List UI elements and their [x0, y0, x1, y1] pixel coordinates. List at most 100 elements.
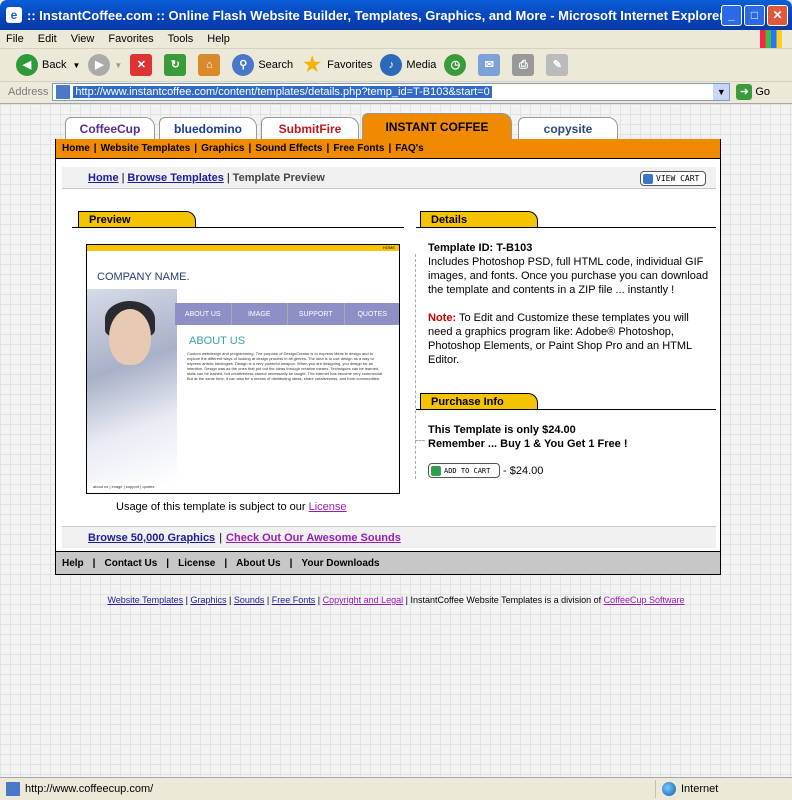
footer-license[interactable]: License — [178, 558, 215, 569]
nav-home[interactable]: Home — [62, 143, 90, 154]
purchase-divider — [416, 409, 716, 410]
footer-link-website-templates[interactable]: Website Templates — [107, 595, 183, 605]
status-page-icon — [6, 782, 20, 796]
stop-button[interactable]: ✕ — [130, 54, 156, 76]
purchase-heading: Purchase Info — [420, 393, 538, 409]
favorites-button[interactable]: ★ Favorites — [301, 54, 372, 76]
footer-your-downloads[interactable]: Your Downloads — [301, 558, 379, 569]
preview-woman-photo — [87, 289, 177, 483]
footer-link-sounds[interactable]: Sounds — [234, 595, 265, 605]
back-button[interactable]: ◀ Back ▼ — [16, 54, 80, 76]
note-label: Note: — [428, 312, 457, 324]
history-icon: ◷ — [444, 54, 467, 76]
sounds-link[interactable]: Check Out Our Awesome Sounds — [226, 532, 401, 544]
menu-file[interactable]: File — [6, 33, 24, 45]
view-cart-button[interactable]: VIEW CART — [640, 171, 706, 186]
address-url[interactable]: http://www.instantcoffee.com/content/tem… — [73, 86, 492, 98]
promo-line: Remember ... Buy 1 & You Get 1 Free ! — [428, 438, 628, 450]
footer-help[interactable]: Help — [62, 558, 84, 569]
globe-icon — [662, 782, 676, 796]
tab-submitfire[interactable]: SubmitFire — [261, 117, 359, 139]
add-to-cart-row: ADD TO CART - $24.00 — [428, 463, 543, 478]
footer-about-us[interactable]: About Us — [236, 558, 280, 569]
preview-heading: Preview — [78, 211, 196, 227]
favorites-label: Favorites — [327, 59, 373, 71]
home-button[interactable]: ⌂ — [198, 54, 224, 76]
column-divider — [415, 254, 416, 479]
stop-icon: ✕ — [130, 54, 153, 76]
maximize-button[interactable]: □ — [744, 5, 765, 26]
address-dropdown-icon[interactable]: ▼ — [713, 84, 730, 100]
cart-price: - $24.00 — [503, 464, 544, 477]
add-to-cart-button[interactable]: ADD TO CART — [428, 463, 500, 478]
footer-contact-us[interactable]: Contact Us — [104, 558, 157, 569]
home-icon: ⌂ — [198, 54, 221, 76]
breadcrumb-browse-templates[interactable]: Browse Templates — [127, 172, 223, 184]
preview-home-tab: HOME — [87, 245, 399, 251]
breadcrumb-current: Template Preview — [232, 171, 325, 184]
address-input[interactable]: http://www.instantcoffee.com/content/tem… — [52, 83, 731, 101]
go-button[interactable]: ➜ Go — [736, 84, 770, 100]
back-dropdown-icon[interactable]: ▼ — [72, 61, 80, 70]
media-icon: ♪ — [380, 54, 403, 76]
footer-link-free-fonts[interactable]: Free Fonts — [272, 595, 316, 605]
close-button[interactable]: ✕ — [767, 5, 788, 26]
search-label: Search — [258, 59, 294, 71]
tab-coffeecup[interactable]: CoffeeCup — [65, 117, 155, 139]
refresh-button[interactable]: ↻ — [164, 54, 190, 76]
edit-button[interactable]: ✎ — [546, 54, 572, 76]
menu-tools[interactable]: Tools — [168, 33, 194, 45]
back-label: Back — [42, 59, 67, 71]
template-description: Includes Photoshop PSD, full HTML code, … — [428, 256, 709, 296]
tab-bluedomino[interactable]: bluedomino — [159, 117, 257, 139]
menu-edit[interactable]: Edit — [38, 33, 57, 45]
license-link[interactable]: License — [309, 501, 347, 513]
forward-arrow-icon: ▶ — [88, 54, 111, 76]
cart-icon — [643, 173, 653, 184]
forward-button[interactable]: ▶ ▼ — [88, 54, 122, 76]
mail-button[interactable]: ✉ — [478, 54, 504, 76]
preview-company-name: COMPANY NAME. — [97, 271, 190, 283]
details-panel: Template ID: T-B103 Includes Photoshop P… — [428, 241, 712, 367]
tab-copysite[interactable]: copysite — [518, 117, 618, 139]
footer-link-graphics[interactable]: Graphics — [191, 595, 227, 605]
search-button[interactable]: ⚲ Search — [232, 54, 293, 76]
minimize-button[interactable]: _ — [721, 5, 742, 26]
tab-instant-coffee[interactable]: INSTANT COFFEE — [362, 113, 512, 139]
usage-text: Usage of this template is subject to our — [116, 501, 306, 513]
page-viewport: CoffeeCup bluedomino SubmitFire INSTANT … — [0, 103, 792, 777]
footer-link-coffeecup[interactable]: CoffeeCup Software — [604, 595, 685, 605]
nav-faqs[interactable]: FAQ's — [395, 143, 424, 154]
nav-sound-effects[interactable]: Sound Effects — [255, 143, 322, 154]
main-nav: Home | Website Templates | Graphics | Sound… — [55, 139, 721, 159]
footer-link-copyright[interactable]: Copyright and Legal — [323, 595, 404, 605]
menu-view[interactable]: View — [71, 33, 95, 45]
note-text: To Edit and Customize these templates yo… — [428, 312, 692, 366]
footer-nav: Help | Contact Us | License | About Us | You… — [55, 551, 721, 575]
nav-graphics[interactable]: Graphics — [201, 143, 244, 154]
footer-division-text: InstantCoffee Website Templates is a div… — [410, 595, 602, 605]
forward-dropdown-icon[interactable]: ▼ — [114, 61, 122, 70]
nav-website-templates[interactable]: Website Templates — [101, 143, 191, 154]
preview-nav-image: IMAGE — [232, 303, 288, 325]
site-tabs: CoffeeCup bluedomino SubmitFire INSTANT … — [55, 113, 721, 139]
cart-plus-icon — [431, 465, 441, 476]
nav-free-fonts[interactable]: Free Fonts — [333, 143, 384, 154]
details-note: Note: To Edit and Customize these templa… — [428, 311, 712, 367]
ie-icon: e — [6, 7, 22, 23]
browse-graphics-link[interactable]: Browse 50,000 Graphics — [88, 532, 215, 544]
go-label: Go — [755, 86, 771, 98]
address-bar: Address http://www.instantcoffee.com/con… — [0, 82, 792, 102]
details-divider — [416, 227, 716, 228]
history-button[interactable]: ◷ — [444, 54, 470, 76]
media-button[interactable]: ♪ Media — [380, 54, 436, 76]
promo-bar: Browse 50,000 Graphics | Check Out Our Aw… — [55, 523, 721, 551]
print-button[interactable]: ⎙ — [512, 54, 538, 76]
preview-footer: about us | image | support | quotes — [93, 484, 155, 489]
refresh-icon: ↻ — [164, 54, 187, 76]
menu-favorites[interactable]: Favorites — [108, 33, 153, 45]
address-label: Address — [8, 86, 49, 98]
breadcrumb-home[interactable]: Home — [88, 172, 119, 184]
preview-body-text: Custom webdesign and programming. The pu… — [187, 351, 384, 381]
menu-help[interactable]: Help — [207, 33, 230, 45]
